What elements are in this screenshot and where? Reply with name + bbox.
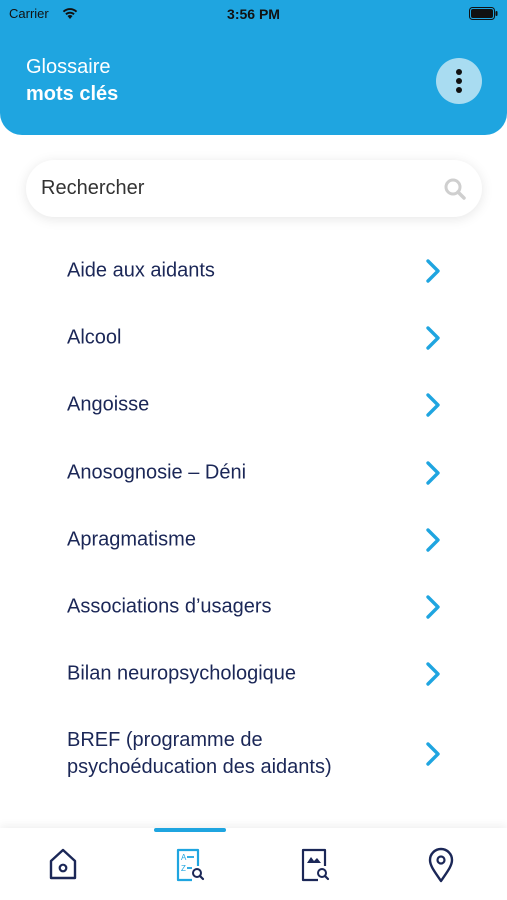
- list-item-label: Aide aux aidants: [67, 259, 215, 282]
- tab-home[interactable]: [0, 828, 126, 900]
- status-bar: Carrier 3:56 PM: [0, 0, 507, 30]
- active-tab-indicator: [154, 828, 226, 832]
- list-item-label: Angoisse: [67, 393, 150, 416]
- glossary-search-icon: A Z: [176, 848, 205, 882]
- tab-map[interactable]: [378, 828, 504, 900]
- list-item-label: Bilan neuropsychologique: [67, 662, 297, 685]
- chevron-right-icon: [426, 742, 440, 766]
- more-options-button[interactable]: [436, 58, 482, 104]
- list-item[interactable]: Apragmatisme: [0, 506, 507, 573]
- list-item[interactable]: Angoisse: [0, 372, 507, 439]
- tab-glossary[interactable]: A Z: [126, 828, 252, 900]
- svg-text:A: A: [181, 853, 187, 862]
- chevron-right-icon: [426, 595, 440, 619]
- battery-icon: [469, 7, 498, 20]
- list-item[interactable]: Associations d’usagers: [0, 573, 507, 640]
- list-item-label: BREF (programme de psychoéducation des a…: [67, 729, 332, 779]
- image-search-icon: [301, 848, 330, 882]
- search-input[interactable]: [41, 160, 431, 217]
- list-item-label: Alcool: [67, 326, 122, 349]
- list-item[interactable]: Alcool: [0, 304, 507, 371]
- list-item[interactable]: Anosognosie – Déni: [0, 439, 507, 506]
- header-title-line1: Glossaire: [26, 56, 111, 78]
- home-icon: [49, 848, 77, 880]
- glossary-list: Aide aux aidants Alcool Angoisse Anosogn…: [0, 237, 507, 800]
- chevron-right-icon: [426, 460, 440, 485]
- search-icon[interactable]: [443, 177, 467, 201]
- chevron-right-icon: [426, 528, 440, 552]
- tab-bar: A Z: [0, 828, 507, 900]
- list-item-label: Associations d’usagers: [67, 595, 272, 618]
- chevron-right-icon: [426, 326, 440, 350]
- tab-documents[interactable]: [252, 828, 378, 900]
- list-item-label: Anosognosie – Déni: [67, 461, 247, 484]
- list-item[interactable]: Aide aux aidants: [0, 237, 507, 304]
- header-title-line2: mots clés: [26, 83, 119, 105]
- chevron-right-icon: [426, 258, 440, 283]
- location-pin-icon: [428, 847, 454, 883]
- more-vertical-icon: [456, 69, 462, 93]
- search-bar[interactable]: [26, 160, 482, 217]
- status-time: 3:56 PM: [227, 6, 280, 22]
- list-item[interactable]: BREF (programme de psychoéducation des a…: [0, 708, 507, 800]
- list-item[interactable]: Bilan neuropsychologique: [0, 641, 507, 708]
- chevron-right-icon: [426, 393, 440, 417]
- svg-text:Z: Z: [181, 864, 186, 873]
- list-item-label: Apragmatisme: [67, 528, 196, 551]
- chevron-right-icon: [426, 662, 440, 687]
